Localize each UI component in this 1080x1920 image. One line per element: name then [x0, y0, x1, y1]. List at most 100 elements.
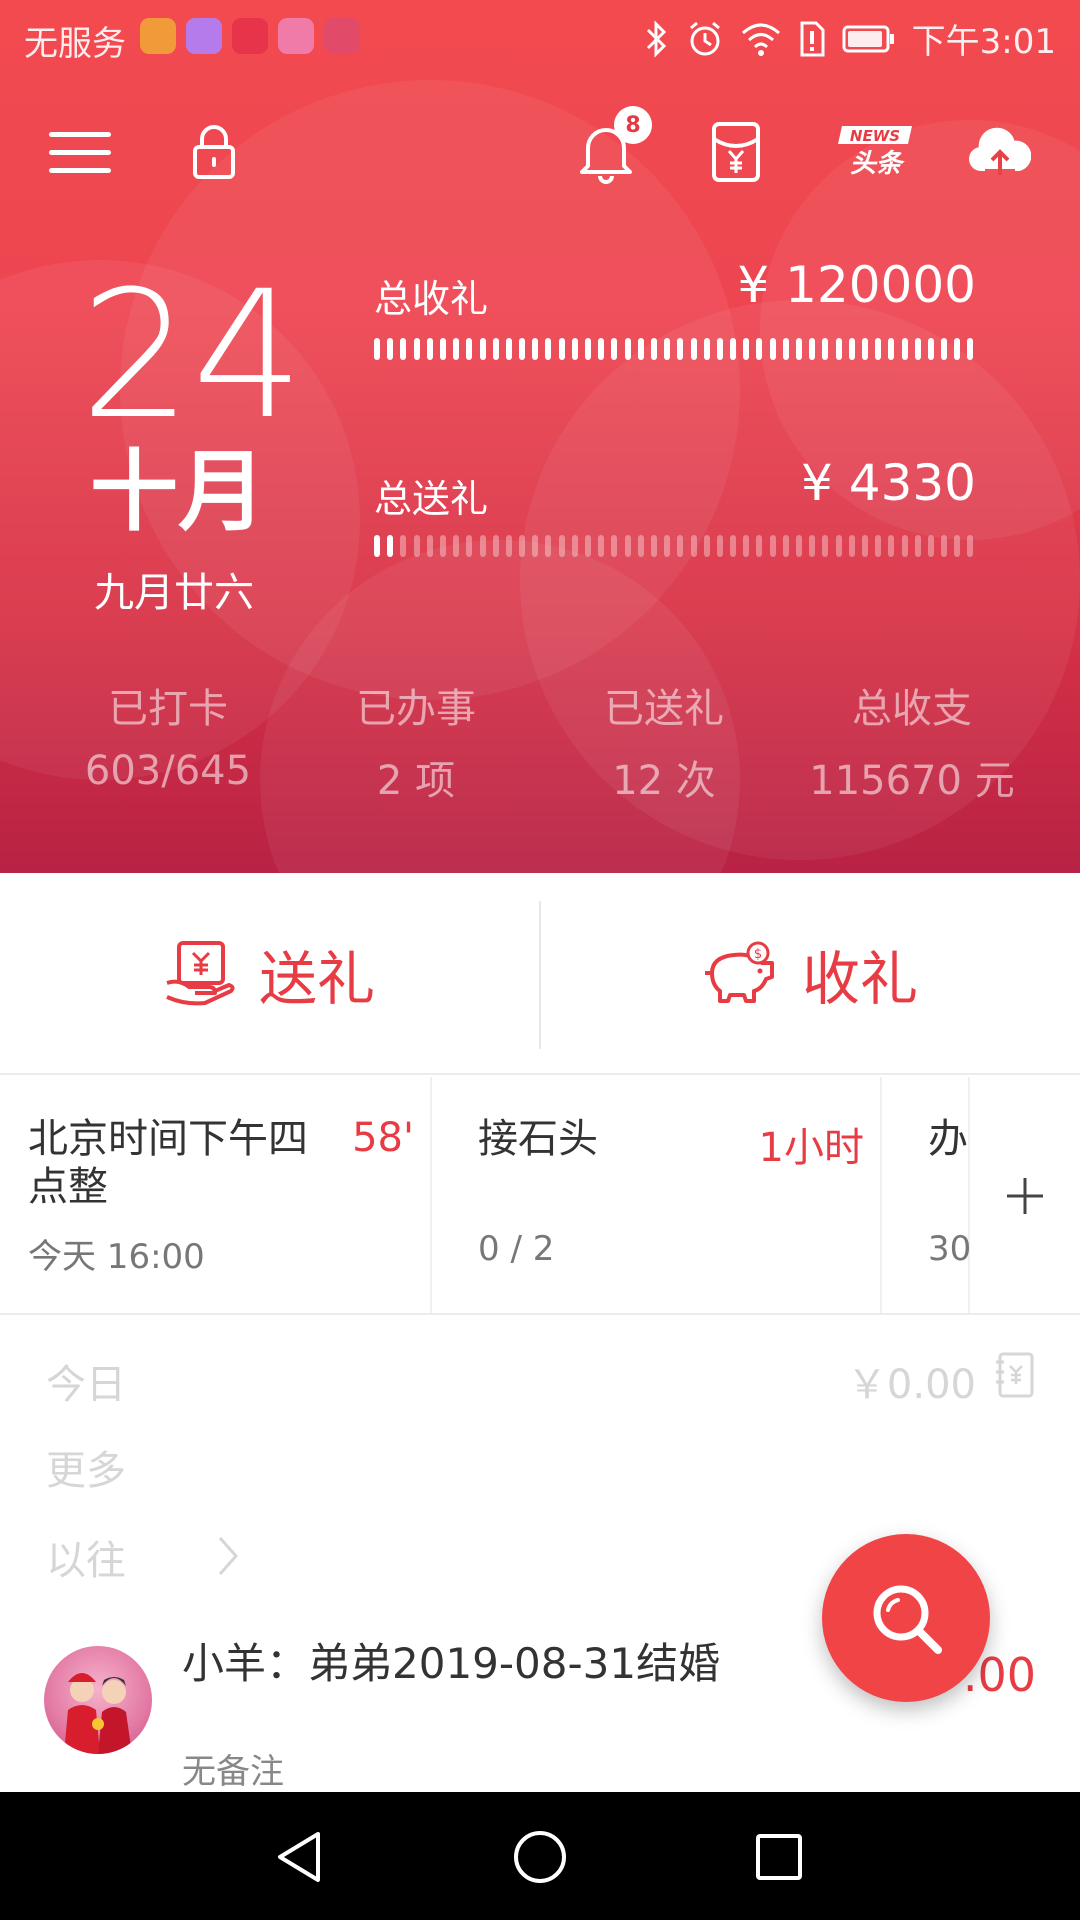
- event-card[interactable]: 办 30: [882, 1077, 971, 1313]
- today-amount: ￥0.00: [846, 1362, 976, 1408]
- progress-tick: [743, 338, 750, 360]
- send-gift-button[interactable]: 送礼: [0, 873, 540, 1075]
- chevron-right-icon[interactable]: [214, 1534, 242, 1578]
- receive-gift-button[interactable]: $ 收礼: [540, 873, 1080, 1075]
- progress-tick: [664, 535, 671, 557]
- ledger-icon[interactable]: [994, 1352, 1036, 1398]
- recents-button[interactable]: [744, 1822, 814, 1892]
- event-countdown: 58': [352, 1115, 414, 1161]
- progress-tick: [637, 338, 644, 360]
- progress-tick: [426, 535, 433, 557]
- stat-value: 603/645: [84, 748, 252, 794]
- cloud-sync-button[interactable]: [960, 112, 1040, 192]
- menu-icon: [49, 132, 111, 173]
- home-button[interactable]: [505, 1822, 575, 1892]
- news-label-top: NEWS: [850, 127, 900, 145]
- gift-send-icon: [166, 941, 235, 1006]
- plus-icon: [1007, 1178, 1043, 1214]
- progress-tick: [505, 338, 512, 360]
- progress-tick: [901, 338, 908, 360]
- progress-tick: [519, 338, 526, 360]
- event-subtitle: 0 / 2: [478, 1229, 555, 1269]
- total-received-progress: [374, 338, 974, 360]
- progress-tick: [927, 535, 934, 557]
- red-envelope-button[interactable]: [696, 112, 776, 192]
- progress-tick: [400, 338, 407, 360]
- events-carousel[interactable]: 北京时间下午四点整 58' 今天 16:00 接石头 1小时 0 / 2 办 3…: [0, 1077, 1080, 1315]
- progress-tick: [624, 535, 631, 557]
- progress-tick: [888, 535, 895, 557]
- progress-tick: [558, 535, 565, 557]
- wifi-icon: [741, 23, 780, 56]
- progress-tick: [650, 535, 657, 557]
- stat-balance: 总收支 115670 元: [787, 676, 1037, 806]
- stat-gifts-sent: 已送礼 12 次: [539, 676, 789, 806]
- stat-label: 总收支: [852, 686, 972, 732]
- progress-tick: [571, 338, 578, 360]
- progress-tick: [796, 535, 802, 557]
- progress-tick: [479, 338, 486, 360]
- search-fab[interactable]: [822, 1534, 990, 1702]
- progress-tick: [914, 535, 921, 557]
- stat-value: 12 次: [612, 758, 716, 804]
- progress-tick: [875, 535, 882, 557]
- progress-tick: [598, 338, 605, 360]
- progress-tick: [769, 535, 776, 557]
- progress-tick: [545, 535, 552, 557]
- event-subtitle: 今天 16:00: [28, 1237, 205, 1277]
- event-card[interactable]: 接石头 1小时 0 / 2: [432, 1077, 882, 1313]
- more-link[interactable]: 更多: [46, 1438, 126, 1496]
- stat-checkins: 已打卡 603/645: [43, 676, 293, 794]
- progress-tick: [888, 338, 895, 360]
- gift-actions: 送礼 $ 收礼: [0, 873, 1080, 1075]
- shopping-app-icon: [324, 18, 360, 54]
- progress-tick: [400, 535, 407, 557]
- progress-tick: [822, 535, 829, 557]
- total-received-value: ¥ 120000: [737, 256, 976, 314]
- back-button[interactable]: [264, 1822, 334, 1892]
- lock-button[interactable]: [174, 112, 254, 192]
- sim-alert-icon: [800, 21, 825, 56]
- alarm-icon: [689, 21, 720, 55]
- stat-label: 已送礼: [604, 686, 724, 732]
- total-sent-progress: [374, 535, 974, 557]
- menu-button[interactable]: [40, 112, 120, 192]
- progress-tick: [585, 535, 591, 557]
- progress-tick: [730, 535, 737, 557]
- red-envelope-icon: [712, 122, 760, 182]
- event-card[interactable]: 北京时间下午四点整 58' 今天 16:00: [0, 1077, 432, 1313]
- progress-tick: [690, 535, 697, 557]
- avatar: [44, 1646, 152, 1754]
- news-button[interactable]: NEWS 头条: [826, 112, 926, 192]
- progress-tick: [954, 338, 961, 360]
- progress-tick: [796, 338, 802, 360]
- add-event-button[interactable]: [970, 1077, 1080, 1313]
- progress-tick: [677, 535, 684, 557]
- stat-value: 115670 元: [809, 758, 1015, 804]
- search-icon: [873, 1585, 942, 1654]
- stat-label: 已办事: [356, 686, 476, 732]
- progress-tick: [598, 535, 605, 557]
- notifications-button[interactable]: 8: [566, 106, 652, 192]
- receive-gift-label: 收礼: [801, 945, 918, 1013]
- past-link[interactable]: 以往: [46, 1528, 126, 1586]
- progress-tick: [585, 338, 591, 360]
- progress-tick: [782, 535, 789, 557]
- progress-tick: [637, 535, 644, 557]
- progress-tick: [374, 338, 380, 360]
- app-notification-icon: [140, 18, 176, 54]
- progress-tick: [848, 338, 855, 360]
- progress-tick: [861, 338, 868, 360]
- progress-tick: [703, 338, 710, 360]
- wedding-couple-icon: [64, 1673, 132, 1754]
- progress-tick: [545, 338, 552, 360]
- progress-tick: [558, 338, 565, 360]
- progress-tick: [413, 535, 420, 557]
- progress-tick: [809, 338, 816, 360]
- progress-tick: [835, 338, 842, 360]
- progress-tick: [624, 338, 631, 360]
- header-banner: 无服务 下午3:01 8 NEWS 头条 24 十月 九月廿六 总收礼 ¥ 12…: [0, 0, 1080, 873]
- progress-tick: [453, 338, 460, 360]
- progress-tick: [387, 535, 394, 557]
- progress-tick: [822, 338, 829, 360]
